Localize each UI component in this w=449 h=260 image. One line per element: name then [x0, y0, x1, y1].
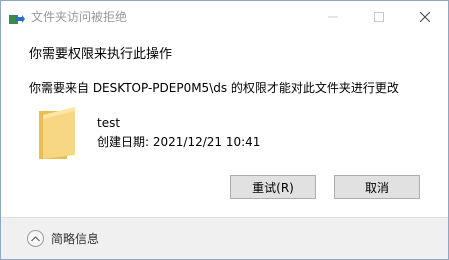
close-icon [420, 11, 430, 22]
dialog-window: 文件夹访问被拒绝 你需要权限来执行此操作 你需要来自 DESKTOP-PDEP0… [0, 0, 449, 260]
dialog-heading: 你需要权限来执行此操作 [29, 47, 173, 62]
maximize-button[interactable] [356, 1, 402, 32]
window-title: 文件夹访问被拒绝 [31, 10, 128, 24]
fewer-details-toggle[interactable]: 简略信息 [27, 230, 99, 247]
dialog-message: 你需要来自 DESKTOP-PDEP0M5\ds 的权限才能对此文件夹进行更改 [29, 81, 399, 95]
chevron-up-icon [27, 230, 44, 247]
retry-button[interactable]: 重试(R) [230, 175, 316, 199]
dialog-footer: 简略信息 [1, 217, 448, 259]
cancel-button[interactable]: 取消 [334, 175, 420, 199]
item-created-date: 创建日期: 2021/12/21 10:41 [97, 135, 261, 149]
close-button[interactable] [402, 1, 448, 32]
fewer-details-label: 简略信息 [51, 232, 100, 246]
minimize-icon [328, 12, 338, 22]
item-name: test [97, 116, 121, 130]
maximize-icon [374, 11, 384, 22]
folder-arrow-icon [9, 11, 25, 24]
minimize-button[interactable] [310, 1, 356, 32]
title-bar: 文件夹访问被拒绝 [1, 1, 448, 32]
folder-icon [37, 105, 77, 161]
